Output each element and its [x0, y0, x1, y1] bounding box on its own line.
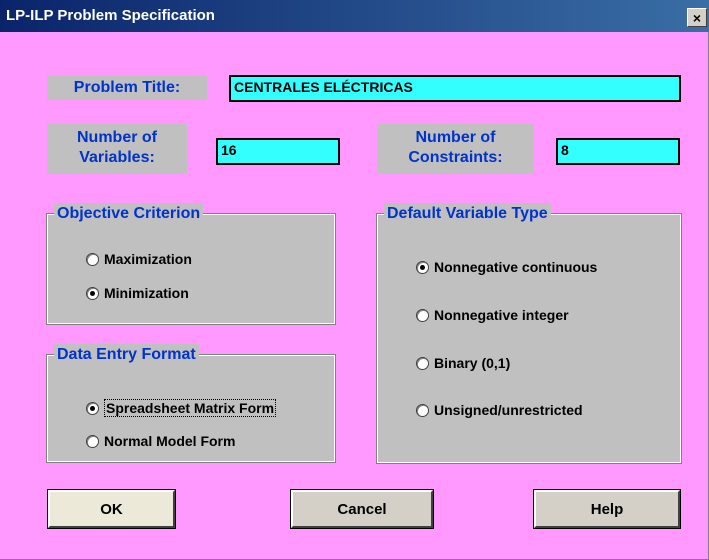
radio-label: Binary (0,1)	[434, 355, 511, 371]
objective-criterion-group: Objective Criterion Maximization Minimiz…	[46, 203, 336, 325]
radio-label: Nonnegative continuous	[434, 259, 598, 275]
radio-spreadsheet-matrix-form[interactable]: Spreadsheet Matrix Form	[86, 399, 277, 417]
window-title: LP-ILP Problem Specification	[6, 7, 215, 24]
constraints-label-line1: Number of	[415, 129, 496, 146]
problem-title-input[interactable]: CENTRALES ELÉCTRICAS	[229, 75, 681, 102]
radio-label: Normal Model Form	[104, 433, 236, 449]
radio-normal-model-form[interactable]: Normal Model Form	[86, 433, 235, 449]
data-entry-format-title: Data Entry Format	[54, 344, 199, 366]
variables-input[interactable]: 16	[216, 138, 340, 165]
cancel-button[interactable]: Cancel	[290, 489, 434, 529]
radio-unsigned-unrestricted[interactable]: Unsigned/unrestricted	[416, 402, 583, 418]
problem-title-label: Problem Title:	[47, 76, 207, 100]
ok-button[interactable]: OK	[47, 489, 176, 529]
help-button[interactable]: Help	[533, 489, 681, 529]
radio-maximization[interactable]: Maximization	[86, 251, 192, 267]
radio-minimization[interactable]: Minimization	[86, 285, 189, 301]
radio-icon	[416, 356, 429, 370]
data-entry-format-group: Data Entry Format Spreadsheet Matrix For…	[46, 344, 336, 463]
close-icon: ×	[692, 9, 702, 26]
title-bar[interactable]: LP-ILP Problem Specification ×	[0, 0, 709, 32]
variables-label-line1: Number of	[77, 129, 157, 146]
default-variable-type-title: Default Variable Type	[384, 203, 551, 225]
radio-binary[interactable]: Binary (0,1)	[416, 355, 510, 371]
close-button[interactable]: ×	[687, 8, 707, 27]
radio-nonnegative-integer[interactable]: Nonnegative integer	[416, 307, 569, 323]
radio-selected-icon	[416, 260, 429, 274]
variables-label: Number of Variables:	[47, 124, 187, 174]
constraints-label-line2: Constraints:	[408, 149, 503, 166]
radio-label: Maximization	[104, 251, 192, 267]
radio-icon	[86, 252, 99, 266]
radio-selected-icon	[86, 286, 99, 300]
radio-label: Nonnegative integer	[434, 307, 569, 323]
constraints-input[interactable]: 8	[556, 138, 680, 165]
radio-selected-icon	[86, 401, 99, 415]
radio-icon	[416, 403, 429, 417]
variables-label-line2: Variables:	[79, 149, 155, 166]
radio-nonnegative-continuous[interactable]: Nonnegative continuous	[416, 259, 597, 275]
radio-label: Unsigned/unrestricted	[434, 402, 583, 418]
objective-criterion-title: Objective Criterion	[54, 203, 204, 225]
dialog-window: LP-ILP Problem Specification × Problem T…	[0, 0, 709, 560]
radio-icon	[416, 308, 429, 322]
constraints-label: Number of Constraints:	[377, 124, 534, 174]
default-variable-type-group: Default Variable Type Nonnegative contin…	[376, 203, 682, 464]
radio-icon	[86, 434, 99, 448]
radio-label: Minimization	[104, 285, 189, 301]
radio-label: Spreadsheet Matrix Form	[104, 399, 277, 417]
